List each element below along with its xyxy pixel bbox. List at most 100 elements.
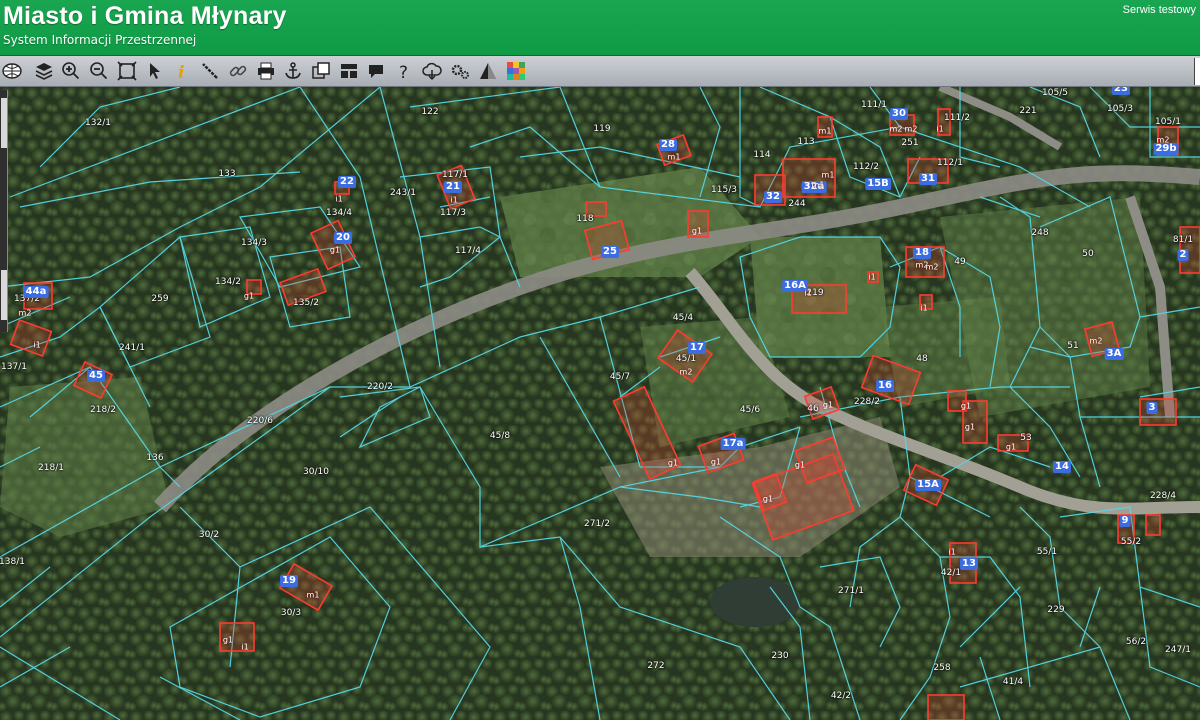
parcel-number: 114 xyxy=(753,150,771,160)
copy-icon[interactable] xyxy=(309,59,333,83)
address-label[interactable]: 16 xyxy=(876,380,894,392)
cloud-download-icon[interactable] xyxy=(420,59,444,83)
side-panel-tab-layers[interactable] xyxy=(1,270,7,320)
help-icon[interactable]: ? xyxy=(392,59,416,83)
app-subtitle: System Informacji Przestrzennej xyxy=(3,33,197,47)
address-label[interactable]: 45 xyxy=(87,370,105,382)
address-label[interactable]: 22 xyxy=(338,176,356,188)
parcel-number: 272 xyxy=(647,661,665,671)
parcel-number: 241/1 xyxy=(119,343,145,353)
address-label[interactable]: 23 xyxy=(1112,87,1130,95)
address-label[interactable]: 2 xyxy=(1177,249,1189,261)
parcel-number: 112/1 xyxy=(937,158,963,168)
print-icon[interactable] xyxy=(254,59,278,83)
building-code: i1 xyxy=(936,124,944,134)
building-code: g1 xyxy=(794,460,806,470)
parcel-number: 119 xyxy=(593,124,611,134)
color-palette-icon[interactable] xyxy=(504,59,528,83)
info-icon[interactable]: i xyxy=(170,59,194,83)
parcel-number: 113 xyxy=(797,137,815,147)
parcel-number: 220/2 xyxy=(367,382,393,392)
address-label[interactable]: 31 xyxy=(919,173,937,185)
building-code: g1 xyxy=(762,494,774,504)
address-label[interactable]: 32 xyxy=(764,191,782,203)
warning-icon[interactable] xyxy=(476,59,500,83)
parcel-number: 271/1 xyxy=(838,586,864,596)
address-label[interactable]: 15B xyxy=(865,178,891,190)
measure-distance-icon[interactable] xyxy=(198,59,222,83)
svg-text:i: i xyxy=(178,63,184,81)
parcel-number: 220/6 xyxy=(247,416,273,426)
parcel-number: 42/2 xyxy=(830,691,852,701)
layout-icon[interactable] xyxy=(337,59,361,83)
side-panel-tab-legend[interactable] xyxy=(1,98,7,148)
layers-icon[interactable] xyxy=(32,59,56,83)
address-label[interactable]: 9 xyxy=(1119,515,1131,527)
address-label[interactable]: 29b xyxy=(1153,143,1179,155)
zoom-extent-icon[interactable] xyxy=(115,59,139,83)
parcel-number: 51 xyxy=(1067,341,1079,351)
parcel-number: 137/1 xyxy=(1,362,27,372)
address-label[interactable]: 28 xyxy=(659,139,677,151)
parcel-number: 271/2 xyxy=(584,519,610,529)
comment-icon[interactable] xyxy=(364,59,388,83)
anchor-icon[interactable] xyxy=(281,59,305,83)
building-code: g1 xyxy=(667,458,679,468)
parcel-number: 115/3 xyxy=(711,185,737,195)
pointer-icon[interactable] xyxy=(143,59,167,83)
address-label[interactable]: 44a xyxy=(23,286,49,298)
parcel-number: 228/2 xyxy=(854,397,880,407)
building-code: m2 xyxy=(1156,135,1170,145)
parcel-number: 259 xyxy=(151,294,169,304)
building-code: g1 xyxy=(822,400,834,410)
building-code: i1 xyxy=(335,194,343,204)
app-header: Miasto i Gmina Młynary System Informacji… xyxy=(0,0,1200,56)
address-label[interactable]: 3A xyxy=(1104,348,1124,360)
building-code: g1 xyxy=(691,226,703,236)
address-label[interactable]: 13 xyxy=(960,558,978,570)
parcel-number: 45/7 xyxy=(609,372,631,382)
parcel-number: 244 xyxy=(788,199,806,209)
parcel-number: 30/10 xyxy=(303,467,329,477)
parcel-number: 30/3 xyxy=(280,608,302,618)
parcel-number: 228/4 xyxy=(1150,491,1176,501)
parcel-number: 117/3 xyxy=(440,208,466,218)
address-label[interactable]: 17 xyxy=(688,342,706,354)
address-label[interactable]: 20 xyxy=(334,232,352,244)
building-code: m2 xyxy=(925,262,939,272)
parcel-number: 132/1 xyxy=(85,118,111,128)
toolbar-scrollbar[interactable] xyxy=(1194,58,1200,85)
address-label[interactable]: 18 xyxy=(913,247,931,259)
parcel-number: 105/3 xyxy=(1107,104,1133,114)
address-label[interactable]: 14 xyxy=(1053,461,1071,473)
side-panel-collapsed[interactable] xyxy=(0,90,8,332)
building-code: m2 xyxy=(679,367,693,377)
address-label[interactable]: 17a xyxy=(720,438,746,450)
building-code: i1 xyxy=(241,642,249,652)
address-label[interactable]: 30 xyxy=(890,108,908,120)
address-label[interactable]: 15A xyxy=(915,479,941,491)
parcel-number: 53 xyxy=(1020,433,1032,443)
parcel-number: 134/2 xyxy=(215,277,241,287)
map-canvas[interactable]: 132/1 133 122 119 113 114 111/1 111/2 251 221 105/… xyxy=(0,87,1200,720)
address-label[interactable]: 21 xyxy=(444,181,462,193)
building-code: g1 xyxy=(1005,442,1017,452)
parcel-number: 134/3 xyxy=(241,238,267,248)
svg-text:?: ? xyxy=(399,63,408,81)
building-code: g1 xyxy=(222,635,234,645)
address-label[interactable]: 19 xyxy=(280,575,298,587)
building-code: i1 xyxy=(868,272,876,282)
zoom-in-icon[interactable] xyxy=(59,59,83,83)
link-icon[interactable] xyxy=(226,59,250,83)
address-label[interactable]: 3 xyxy=(1146,402,1158,414)
parcel-number: 55/2 xyxy=(1120,537,1142,547)
address-label[interactable]: 25 xyxy=(601,246,619,258)
parcel-number: 218/2 xyxy=(90,405,116,415)
zoom-out-icon[interactable] xyxy=(87,59,111,83)
building-code: g1 xyxy=(710,457,722,467)
settings-icon[interactable] xyxy=(448,59,472,83)
globe-icon[interactable] xyxy=(0,59,24,83)
parcel-number: 221 xyxy=(1019,106,1037,116)
building-code: m2 xyxy=(1089,336,1103,346)
map-toolbar: i ? xyxy=(0,56,1200,87)
